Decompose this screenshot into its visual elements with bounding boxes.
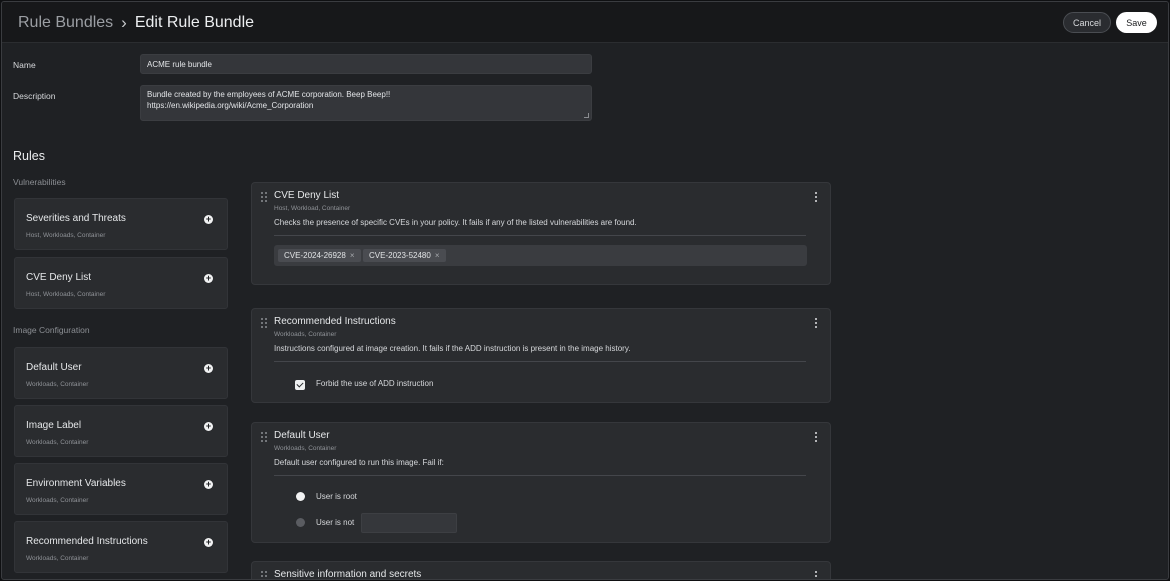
rule-option-environment-variables[interactable]: Environment Variables Workloads, Contain… [14, 463, 228, 515]
page-title: Edit Rule Bundle [134, 14, 255, 31]
more-options-icon[interactable] [814, 318, 818, 328]
close-icon[interactable]: × [435, 251, 440, 260]
rule-option-scope: Workloads, Container [26, 497, 89, 504]
rule-option-scope: Workloads, Container [26, 381, 89, 388]
cancel-button[interactable]: Cancel [1063, 12, 1111, 33]
description-line: Bundle created by the employees of ACME … [147, 90, 391, 99]
description-field[interactable]: Bundle created by the employees of ACME … [140, 85, 592, 121]
rule-card-description: Default user configured to run this imag… [274, 458, 444, 467]
name-field[interactable]: ACME rule bundle [140, 54, 592, 74]
chevron-right-icon: › [121, 13, 127, 32]
resize-handle-icon[interactable] [584, 113, 589, 118]
divider [274, 361, 806, 362]
drag-handle-icon[interactable] [261, 432, 268, 442]
rule-option-scope: Host, Workloads, Container [26, 232, 106, 239]
rule-option-title: Severities and Threats [26, 213, 126, 224]
section-label-vulnerabilities: Vulnerabilities [13, 177, 66, 187]
plus-circle-icon[interactable]: + [204, 215, 213, 224]
cve-tag-label: CVE-2024-26928 [284, 251, 346, 260]
user-is-not-label: User is not [316, 518, 355, 527]
rule-option-title: CVE Deny List [26, 272, 92, 283]
rule-card-sensitive-information: Sensitive information and secrets [251, 561, 831, 580]
rule-option-cve-deny-list[interactable]: CVE Deny List Host, Workloads, Container… [14, 257, 228, 309]
cve-tag-input[interactable]: CVE-2024-26928 × CVE-2023-52480 × [274, 245, 807, 266]
breadcrumb-rule-bundles-link[interactable]: Rule Bundles [18, 14, 113, 32]
forbid-add-checkbox[interactable] [295, 380, 305, 390]
more-options-icon[interactable] [814, 571, 818, 579]
rule-card-title: Sensitive information and secrets [274, 569, 422, 580]
plus-circle-icon[interactable]: + [204, 274, 213, 283]
more-options-icon[interactable] [814, 192, 818, 202]
user-is-not-input[interactable] [361, 513, 457, 533]
save-button[interactable]: Save [1116, 12, 1157, 33]
rule-card-cve-deny-list: CVE Deny List Host, Workload, Container … [251, 182, 831, 285]
rule-card-scope: Workloads, Container [274, 445, 337, 452]
user-is-not-radio[interactable] [296, 518, 305, 527]
name-label: Name [13, 60, 36, 70]
description-line: https://en.wikipedia.org/wiki/Acme_Corpo… [147, 100, 314, 110]
drag-handle-icon[interactable] [261, 192, 268, 202]
close-icon[interactable]: × [350, 251, 355, 260]
rule-option-default-user[interactable]: Default User Workloads, Container + [14, 347, 228, 399]
rule-option-title: Recommended Instructions [26, 536, 148, 547]
rule-option-severities-and-threats[interactable]: Severities and Threats Host, Workloads, … [14, 198, 228, 250]
more-options-icon[interactable] [814, 432, 818, 442]
rule-option-recommended-instructions[interactable]: Recommended Instructions Workloads, Cont… [14, 521, 228, 573]
drag-handle-icon[interactable] [261, 318, 268, 328]
rule-card-scope: Host, Workload, Container [274, 205, 351, 212]
plus-circle-icon[interactable]: + [204, 422, 213, 431]
rule-option-scope: Workloads, Container [26, 439, 89, 446]
breadcrumb: Rule Bundles › Edit Rule Bundle [18, 13, 254, 33]
rule-card-title: CVE Deny List [274, 190, 340, 201]
rule-option-title: Image Label [26, 420, 82, 431]
rules-heading: Rules [13, 149, 45, 163]
forbid-add-label: Forbid the use of ADD instruction [316, 379, 434, 388]
section-label-image-configuration: Image Configuration [13, 325, 90, 335]
rule-option-title: Environment Variables [26, 478, 126, 489]
rule-card-scope: Workloads, Container [274, 331, 337, 338]
rule-option-title: Default User [26, 362, 82, 373]
rule-option-image-label[interactable]: Image Label Workloads, Container + [14, 405, 228, 457]
rule-option-scope: Workloads, Container [26, 555, 89, 562]
user-is-root-label: User is root [316, 492, 357, 501]
description-label: Description [13, 91, 56, 101]
cve-tag-label: CVE-2023-52480 [369, 251, 431, 260]
app-window: Rule Bundles › Edit Rule Bundle Cancel S… [1, 1, 1169, 580]
rule-card-description: Instructions configured at image creatio… [274, 344, 631, 353]
page-header: Rule Bundles › Edit Rule Bundle Cancel S… [2, 2, 1168, 43]
rule-card-description: Checks the presence of specific CVEs in … [274, 218, 637, 227]
plus-circle-icon[interactable]: + [204, 364, 213, 373]
rule-option-scope: Host, Workloads, Container [26, 291, 106, 298]
drag-handle-icon[interactable] [261, 571, 268, 579]
divider [274, 235, 806, 236]
plus-circle-icon[interactable]: + [204, 480, 213, 489]
plus-circle-icon[interactable]: + [204, 538, 213, 547]
rule-card-recommended-instructions: Recommended Instructions Workloads, Cont… [251, 308, 831, 403]
divider [274, 475, 806, 476]
cve-tag: CVE-2024-26928 × [278, 249, 361, 262]
rule-card-title: Default User [274, 430, 330, 441]
cve-tag: CVE-2023-52480 × [363, 249, 446, 262]
rule-card-title: Recommended Instructions [274, 316, 396, 327]
rule-card-default-user: Default User Workloads, Container Defaul… [251, 422, 831, 543]
user-is-root-radio[interactable] [296, 492, 305, 501]
